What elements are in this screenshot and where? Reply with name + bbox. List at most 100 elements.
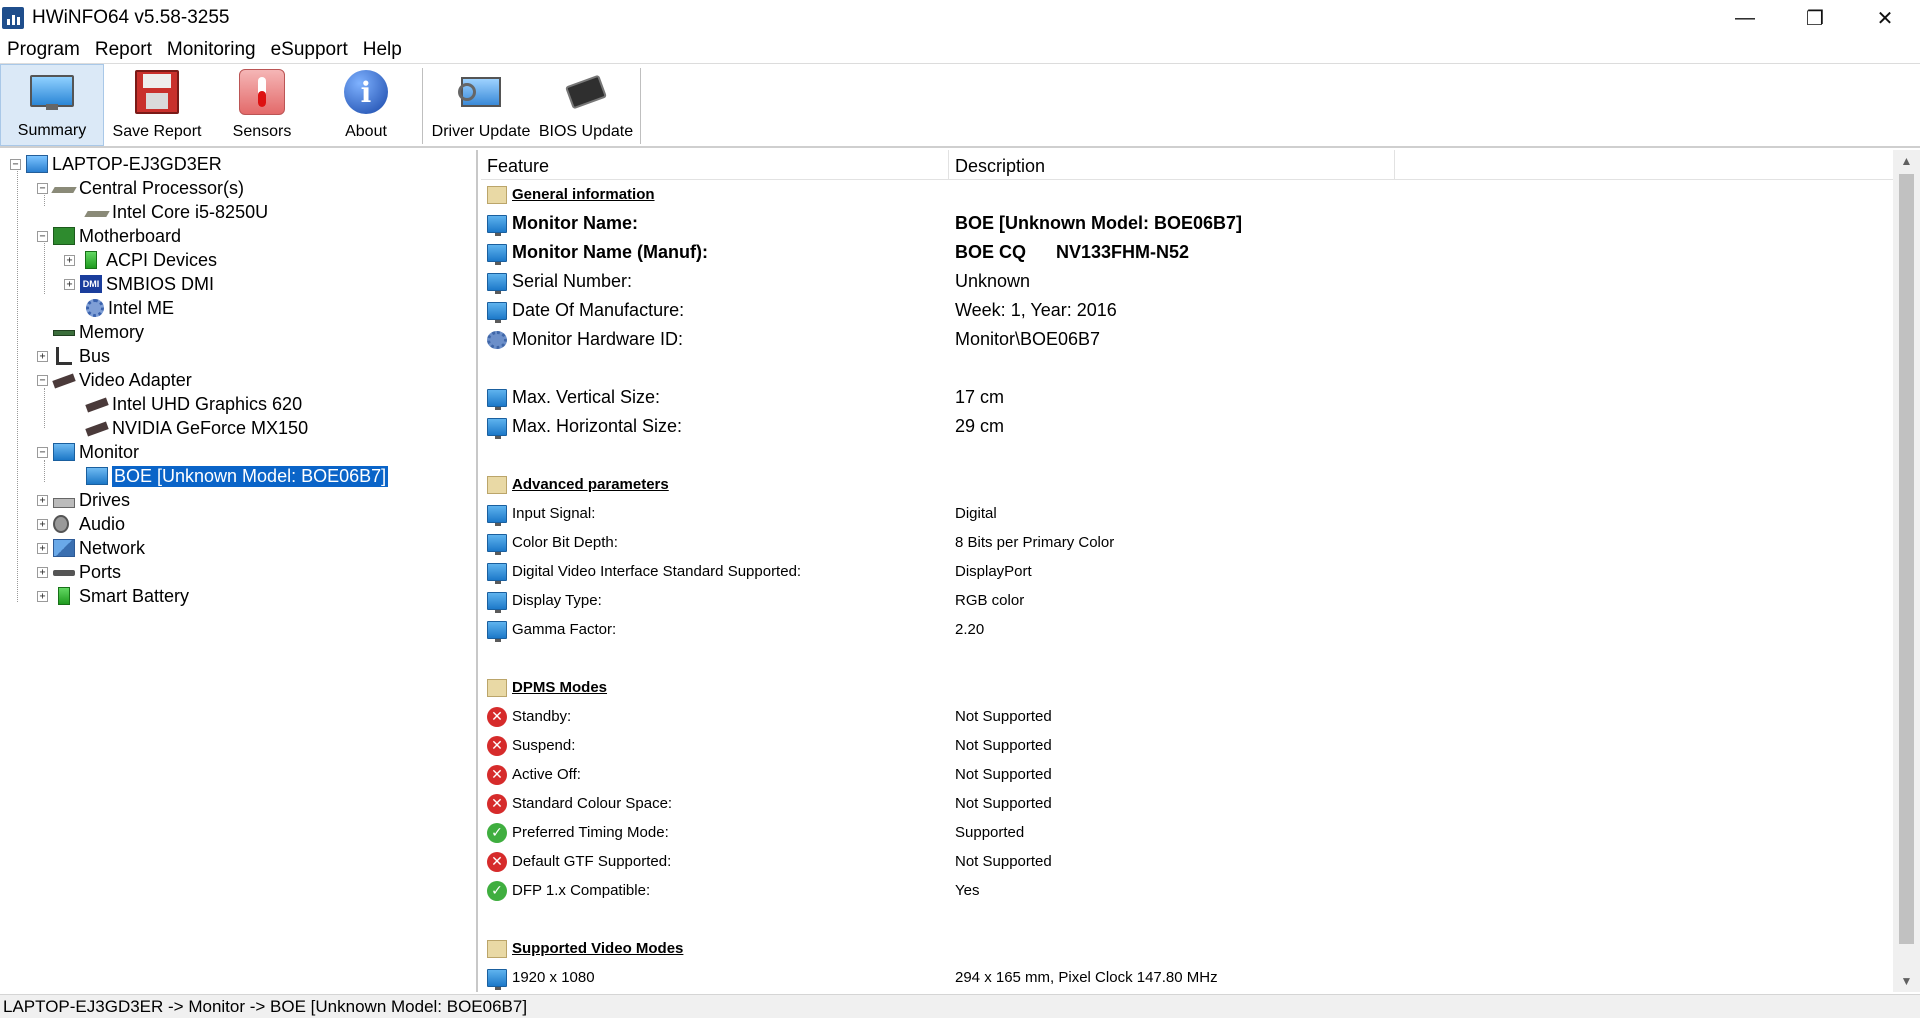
column-feature[interactable]: Feature [487,156,549,177]
monitor-icon [487,417,507,439]
menu-esupport[interactable]: eSupport [264,39,356,61]
detail-row[interactable]: Digital Video Interface Standard Support… [481,557,1893,586]
tree-item-bus[interactable]: + Bus [37,344,110,368]
column-description[interactable]: Description [955,156,1045,177]
check-icon: ✓ [487,822,507,843]
detail-row[interactable]: ✕ Active Off: Not Supported [481,760,1893,789]
expand-toggle[interactable]: + [37,542,48,554]
sensors-button[interactable]: Sensors [210,64,314,146]
tree-item-gpu-nvidia[interactable]: NVIDIA GeForce MX150 [85,416,308,440]
tree-item-ports[interactable]: + Ports [37,560,121,584]
chip-icon [561,67,611,117]
detail-row[interactable]: ✕ Default GTF Supported: Not Supported [481,847,1893,876]
feature-value: Unknown [955,271,1031,291]
detail-row[interactable]: Serial Number: Unknown [481,267,1893,296]
detail-row[interactable]: ✕ Standard Colour Space: Not Supported [481,789,1893,818]
tree-item-cpu-model[interactable]: Intel Core i5-8250U [84,200,268,224]
tree-item-motherboard[interactable]: − Motherboard [37,224,181,248]
column-divider[interactable] [948,150,949,180]
tree-item-video[interactable]: − Video Adapter [37,368,192,392]
details-list[interactable]: Feature Description General information … [481,150,1920,992]
menu-monitoring[interactable]: Monitoring [160,39,264,61]
section-dpms[interactable]: DPMS Modes [481,673,1893,702]
tree-label: Memory [79,321,145,342]
bios-update-button[interactable]: BIOS Update [534,64,638,146]
close-button[interactable]: ✕ [1850,0,1920,36]
tree-item-smbios[interactable]: + DMI SMBIOS DMI [64,272,214,296]
scroll-up-arrow-icon[interactable]: ▲ [1893,150,1920,172]
save-report-button[interactable]: Save Report [104,64,210,146]
tree-item-cpu[interactable]: − Central Processor(s) [37,176,244,200]
computer-icon [26,155,48,173]
speaker-icon [53,515,69,533]
gear-icon [487,330,507,349]
detail-row[interactable]: Max. Vertical Size: 17 cm [481,383,1893,412]
detail-row[interactable]: ✓ DFP 1.x Compatible: Yes [481,876,1893,905]
minimize-button[interactable]: — [1710,0,1780,36]
menu-report[interactable]: Report [88,39,160,61]
tree-label: Central Processor(s) [79,177,245,198]
tree-item-root[interactable]: − LAPTOP-EJ3GD3ER [10,152,222,176]
tree-item-acpi[interactable]: + ACPI Devices [64,248,217,272]
expand-toggle[interactable]: + [64,278,75,290]
column-divider[interactable] [1394,150,1395,180]
detail-row[interactable]: Monitor Hardware ID: Monitor\BOE06B7 [481,325,1893,354]
section-advanced[interactable]: Advanced parameters [481,470,1893,499]
collapse-toggle[interactable]: − [37,230,48,242]
driver-update-button[interactable]: Driver Update [428,64,534,146]
tree-label: Drives [79,489,131,510]
device-tree[interactable]: − LAPTOP-EJ3GD3ER − Central Processor(s)… [0,150,478,992]
detail-row[interactable]: 1920 x 1080 294 x 165 mm, Pixel Clock 14… [481,963,1893,992]
summary-button[interactable]: Summary [0,64,104,146]
detail-row[interactable]: Max. Horizontal Size: 29 cm [481,412,1893,441]
expand-toggle[interactable]: + [37,350,48,362]
collapse-toggle[interactable]: − [10,158,21,170]
detail-row[interactable]: Monitor Name (Manuf): BOE CQ NV133FHM-N5… [481,238,1893,267]
tree-item-gpu-intel[interactable]: Intel UHD Graphics 620 [85,392,302,416]
monitor-icon [27,66,77,116]
detail-row[interactable]: Monitor Name: BOE [Unknown Model: BOE06B… [481,209,1893,238]
section-general[interactable]: General information [481,180,1893,209]
expand-toggle[interactable]: + [64,254,75,266]
tree-item-monitor[interactable]: − Monitor [37,440,139,464]
detail-row[interactable]: Gamma Factor: 2.20 [481,615,1893,644]
collapse-toggle[interactable]: − [37,182,48,194]
tree-item-audio[interactable]: + Audio [37,512,125,536]
about-label: About [345,123,387,140]
monitor-icon [487,272,507,294]
tree-item-battery[interactable]: + Smart Battery [37,584,189,608]
about-button[interactable]: i About [314,64,418,146]
expand-toggle[interactable]: + [37,494,48,506]
detail-row[interactable]: ✕ Suspend: Not Supported [481,731,1893,760]
restore-button[interactable]: ❐ [1780,0,1850,36]
detail-row[interactable]: Display Type: RGB color [481,586,1893,615]
menu-help[interactable]: Help [356,39,410,61]
detail-row[interactable]: Color Bit Depth: 8 Bits per Primary Colo… [481,528,1893,557]
tree-item-monitor-boe[interactable]: BOE [Unknown Model: BOE06B7] [86,464,390,488]
expand-toggle[interactable]: + [37,518,48,530]
tree-item-memory[interactable]: Memory [53,320,144,344]
x-icon: ✕ [487,851,507,872]
collapse-toggle[interactable]: − [37,446,48,458]
monitor-icon [487,562,507,584]
scroll-down-arrow-icon[interactable]: ▼ [1893,970,1920,992]
x-icon: ✕ [487,764,507,785]
vertical-scrollbar[interactable]: ▲ ▼ [1893,150,1920,992]
menu-program[interactable]: Program [0,39,88,61]
tree-item-drives[interactable]: + Drives [37,488,130,512]
detail-row[interactable]: ✕ Standby: Not Supported [481,702,1893,731]
folder-icon [487,475,507,494]
detail-row[interactable]: Date Of Manufacture: Week: 1, Year: 2016 [481,296,1893,325]
tree-item-intel-me[interactable]: Intel ME [86,296,174,320]
detail-row[interactable]: ✓ Preferred Timing Mode: Supported [481,818,1893,847]
folder-icon [487,678,507,697]
expand-toggle[interactable]: + [37,590,48,602]
monitor-icon [487,620,507,642]
detail-row[interactable]: Input Signal: Digital [481,499,1893,528]
collapse-toggle[interactable]: − [37,374,48,386]
scrollbar-thumb[interactable] [1899,174,1914,944]
tree-label: Audio [79,513,126,534]
expand-toggle[interactable]: + [37,566,48,578]
tree-item-network[interactable]: + Network [37,536,145,560]
section-video-modes[interactable]: Supported Video Modes [481,934,1893,963]
